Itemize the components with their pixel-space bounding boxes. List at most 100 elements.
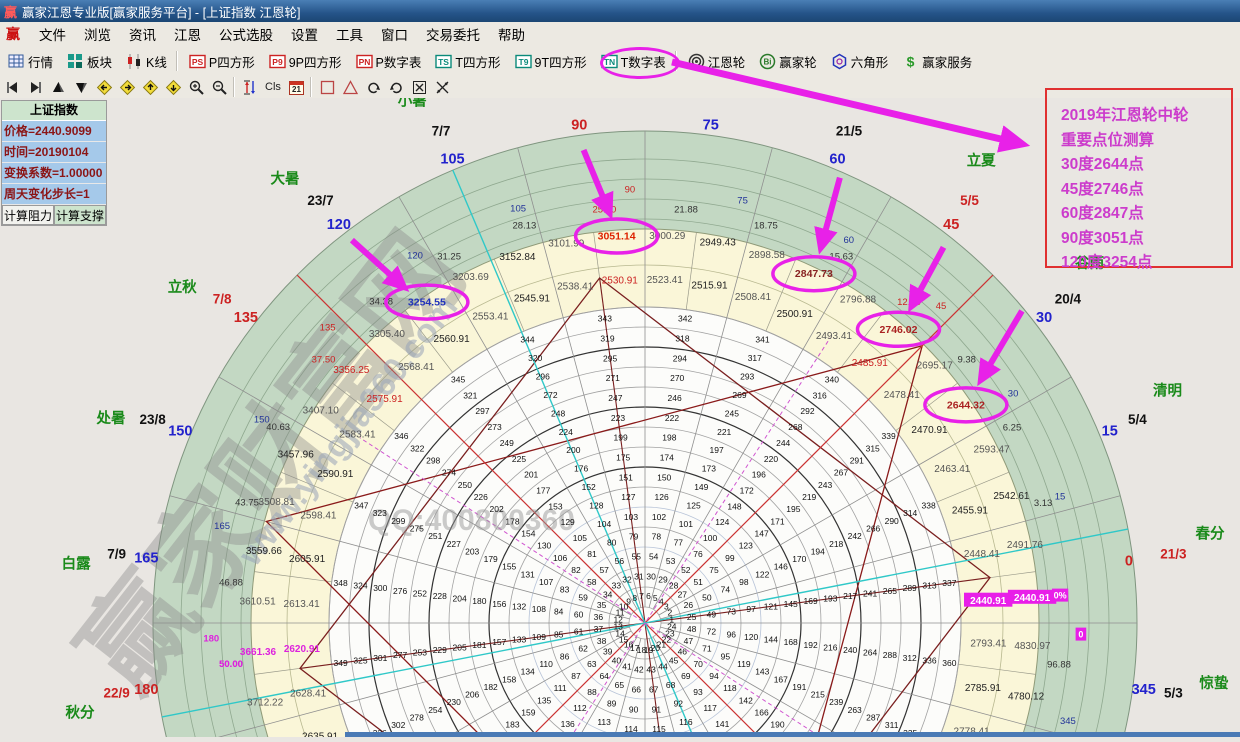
- menu-item-江恩[interactable]: 江恩: [165, 22, 210, 46]
- svg-text:150: 150: [254, 415, 270, 426]
- svg-text:75: 75: [709, 565, 719, 575]
- svg-text:109: 109: [532, 632, 546, 642]
- svg-text:105: 105: [510, 203, 526, 214]
- boxed-x[interactable]: [408, 78, 430, 96]
- toolbar-button-P四方形[interactable]: PSP四方形: [183, 48, 261, 75]
- svg-text:53: 53: [666, 556, 676, 566]
- svg-text:70: 70: [693, 659, 703, 669]
- svg-text:52: 52: [681, 565, 691, 575]
- svg-text:51: 51: [693, 577, 703, 587]
- toolbar-button-label: T四方形: [455, 52, 500, 71]
- annotation-line-1: 重要点位测算: [1061, 129, 1231, 154]
- menu-item-文件[interactable]: 文件: [30, 22, 75, 46]
- toolbar-button-P数字表[interactable]: PNP数字表: [350, 48, 428, 75]
- rotate-ccw[interactable]: [385, 78, 407, 96]
- svg-text:120: 120: [744, 632, 758, 642]
- svg-text:249: 249: [500, 438, 514, 448]
- svg-text:2448.41: 2448.41: [964, 549, 1001, 560]
- svg-text:248: 248: [551, 408, 565, 418]
- diamond-right[interactable]: [116, 78, 138, 96]
- triangle-tool[interactable]: [339, 78, 361, 96]
- diamond-up[interactable]: [139, 78, 161, 96]
- toolbar-button-板块[interactable]: 板块: [61, 48, 118, 75]
- tri-right[interactable]: [24, 78, 46, 96]
- svg-text:270: 270: [670, 373, 684, 383]
- rotate-cw[interactable]: [362, 78, 384, 96]
- menu-item-工具[interactable]: 工具: [327, 22, 372, 46]
- calc-support-button[interactable]: 计算支撑: [54, 205, 106, 225]
- tri-up[interactable]: [47, 78, 69, 96]
- svg-text:56: 56: [615, 556, 625, 566]
- menu-item-公式选股[interactable]: 公式选股: [210, 22, 282, 46]
- svg-text:6.25: 6.25: [1003, 423, 1022, 434]
- tri-down[interactable]: [70, 78, 92, 96]
- tri-left[interactable]: [1, 78, 23, 96]
- svg-text:4780.12: 4780.12: [1008, 691, 1045, 702]
- svg-text:45: 45: [936, 301, 947, 312]
- svg-text:30: 30: [1008, 388, 1019, 399]
- menu-item-交易委托[interactable]: 交易委托: [417, 22, 489, 46]
- svg-text:239: 239: [829, 697, 843, 707]
- svg-text:2508.41: 2508.41: [735, 292, 772, 303]
- svg-text:148: 148: [727, 501, 741, 511]
- svg-text:221: 221: [717, 427, 731, 437]
- svg-text:2568.41: 2568.41: [398, 362, 435, 373]
- zoom-in[interactable]: [185, 78, 207, 96]
- svg-text:68: 68: [666, 680, 676, 690]
- info-row-1: 时间=20190104: [2, 142, 106, 163]
- svg-text:228: 228: [433, 591, 447, 601]
- toolbar-button-六角形[interactable]: 六角形: [825, 48, 895, 75]
- toolbar-button-赢家轮[interactable]: Bi赢家轮: [753, 48, 823, 75]
- badge-tn: TN: [601, 53, 618, 70]
- svg-text:清明: 清明: [1153, 382, 1182, 400]
- toolbar-button-T四方形[interactable]: TST四方形: [429, 48, 506, 75]
- svg-text:57: 57: [599, 565, 609, 575]
- toolbar-button-行情[interactable]: 行情: [2, 48, 59, 75]
- svg-text:15: 15: [1055, 492, 1066, 503]
- toolbar-button-9P四方形[interactable]: P99P四方形: [263, 48, 348, 75]
- menu-item-浏览[interactable]: 浏览: [75, 22, 120, 46]
- diamond-down[interactable]: [162, 78, 184, 96]
- svg-text:54: 54: [649, 552, 659, 562]
- svg-text:295: 295: [603, 353, 617, 363]
- annotation-line-3: 45度2746点: [1061, 178, 1231, 203]
- svg-text:3559.66: 3559.66: [246, 546, 283, 557]
- svg-text:345: 345: [1060, 716, 1076, 727]
- svg-text:50: 50: [702, 592, 712, 602]
- toolbar-button-9T四方形[interactable]: T99T四方形: [509, 48, 593, 75]
- cls-icon[interactable]: Cls: [262, 78, 284, 96]
- svg-text:130: 130: [537, 541, 551, 551]
- svg-text:3508.81: 3508.81: [259, 497, 296, 508]
- menu-item-帮助[interactable]: 帮助: [489, 22, 534, 46]
- svg-text:7/7: 7/7: [432, 123, 451, 138]
- svg-text:31: 31: [634, 571, 644, 581]
- svg-text:79: 79: [629, 532, 639, 542]
- toolbar-button-江恩轮[interactable]: 江恩轮: [682, 48, 752, 75]
- calendar-icon[interactable]: 21: [285, 78, 307, 96]
- svg-text:98: 98: [739, 577, 749, 587]
- svg-text:179: 179: [484, 554, 498, 564]
- diamond-left[interactable]: [93, 78, 115, 96]
- svg-text:PS: PS: [192, 57, 204, 67]
- calc-resistance-button[interactable]: 计算阻力: [2, 205, 54, 225]
- svg-text:320: 320: [528, 353, 542, 363]
- svg-text:84: 84: [554, 607, 564, 617]
- svg-text:3305.40: 3305.40: [369, 329, 406, 340]
- menu-item-窗口[interactable]: 窗口: [372, 22, 417, 46]
- move-cross[interactable]: [431, 78, 453, 96]
- svg-text:TN: TN: [603, 57, 614, 67]
- instrument-name: 上证指数: [2, 101, 106, 121]
- svg-text:180: 180: [134, 682, 158, 698]
- menu-item-资讯[interactable]: 资讯: [120, 22, 165, 46]
- svg-text:3610.51: 3610.51: [240, 596, 277, 607]
- square-tool[interactable]: [316, 78, 338, 96]
- toolbar-button-K线[interactable]: K线: [120, 48, 173, 75]
- svg-text:2746.02: 2746.02: [880, 324, 918, 336]
- updown-arrows[interactable]: [239, 78, 261, 96]
- dollar-icon: $: [902, 53, 919, 70]
- svg-text:2478.41: 2478.41: [884, 390, 921, 401]
- menu-item-设置[interactable]: 设置: [282, 22, 327, 46]
- toolbar-button-T数字表[interactable]: TNT数字表: [595, 48, 672, 75]
- zoom-out[interactable]: [208, 78, 230, 96]
- toolbar-button-赢家服务[interactable]: $赢家服务: [896, 48, 978, 75]
